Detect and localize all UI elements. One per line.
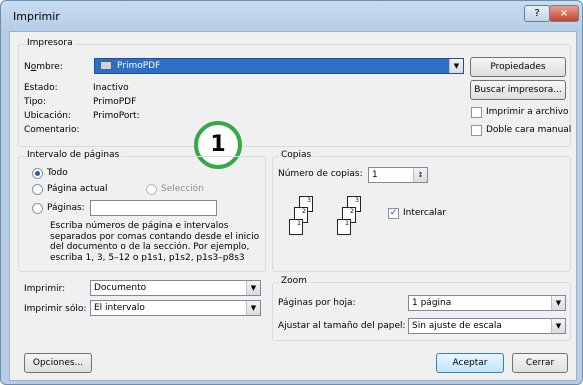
- copies-number-label: Número de copias:: [278, 169, 363, 179]
- properties-button[interactable]: Propiedades: [470, 57, 566, 77]
- printer-name-value: PrimoPDF: [117, 61, 161, 71]
- find-printer-button[interactable]: Buscar impresora...: [470, 80, 566, 100]
- chevron-down-icon[interactable]: ▼: [449, 59, 463, 73]
- duplex-label: Doble cara manual: [486, 125, 572, 135]
- ubicacion-label: Ubicación:: [24, 111, 71, 121]
- print-dialog: Imprimir ? × Impresora Nombre: PrimoPDF …: [0, 0, 583, 385]
- page-icon: 1: [289, 219, 303, 235]
- scale-to-paper-select[interactable]: Sin ajuste de escala ▼: [408, 318, 566, 334]
- chevron-down-icon[interactable]: ▼: [246, 301, 260, 315]
- print-to-file-label: Imprimir a archivo: [486, 107, 569, 117]
- pages-help-text: Escriba números de página e intervalos s…: [50, 221, 260, 263]
- scale-to-paper-value: Sin ajuste de escala: [412, 321, 502, 331]
- tipo-value: PrimoPDF: [93, 97, 137, 107]
- printer-name-select[interactable]: PrimoPDF ▼: [94, 58, 464, 74]
- estado-value: Inactivo: [93, 83, 129, 93]
- scale-to-paper-label: Ajustar al tamaño del papel:: [278, 321, 406, 331]
- pages-per-sheet-value: 1 página: [412, 298, 452, 308]
- zoom-group-label: Zoom: [279, 276, 309, 286]
- copies-input[interactable]: 1 ↕: [368, 167, 428, 183]
- printer-icon: [100, 61, 112, 70]
- copies-value: 1: [372, 170, 378, 180]
- radio-all-label: Todo: [47, 168, 68, 178]
- radio-pages[interactable]: [32, 203, 43, 214]
- collate-label: Intercalar: [403, 208, 447, 218]
- print-what-label: Imprimir:: [24, 284, 66, 294]
- help-button[interactable]: ?: [524, 5, 550, 22]
- close-button[interactable]: Cerrar: [512, 353, 568, 373]
- radio-current-page[interactable]: [32, 184, 43, 195]
- radio-pages-label: Páginas:: [47, 203, 85, 213]
- tipo-label: Tipo:: [24, 97, 46, 107]
- collate-checkbox[interactable]: ✓: [388, 208, 399, 219]
- ubicacion-value: PrimoPort:: [93, 111, 140, 121]
- page-icon: 1: [337, 219, 351, 235]
- window-title: Imprimir: [13, 10, 60, 23]
- estado-label: Estado:: [24, 83, 58, 93]
- print-only-label: Imprimir sólo:: [24, 304, 87, 314]
- pages-input[interactable]: [90, 200, 217, 216]
- page-range-label: Intervalo de páginas: [25, 150, 122, 160]
- pages-per-sheet-select[interactable]: 1 página ▼: [408, 295, 566, 311]
- options-button[interactable]: Opciones...: [24, 353, 92, 373]
- name-label: Nombre:: [24, 62, 63, 72]
- dialog-body: Impresora Nombre: PrimoPDF ▼ Estado: Ina…: [9, 31, 577, 381]
- chevron-down-icon[interactable]: ▼: [246, 281, 260, 295]
- chevron-down-icon[interactable]: ▼: [551, 296, 565, 310]
- radio-selection: [146, 184, 157, 195]
- duplex-checkbox[interactable]: [471, 125, 482, 136]
- pages-per-sheet-label: Páginas por hoja:: [278, 298, 356, 308]
- radio-selection-label: Selección: [161, 184, 204, 194]
- radio-current-page-label: Página actual: [47, 184, 108, 194]
- print-only-select[interactable]: El intervalo ▼: [90, 300, 261, 316]
- printer-group-label: Impresora: [25, 38, 75, 48]
- ok-button[interactable]: Aceptar: [436, 353, 504, 373]
- title-bar[interactable]: Imprimir ? ×: [1, 1, 582, 31]
- chevron-down-icon[interactable]: ▼: [551, 319, 565, 333]
- radio-all[interactable]: [32, 168, 43, 179]
- spinner-icon[interactable]: ↕: [413, 168, 427, 182]
- close-window-button[interactable]: ×: [549, 5, 579, 22]
- copies-group-label: Copias: [279, 150, 314, 160]
- print-what-value: Documento: [94, 283, 147, 293]
- comentario-label: Comentario:: [24, 125, 80, 135]
- print-to-file-checkbox[interactable]: [471, 107, 482, 118]
- print-only-value: El intervalo: [94, 303, 145, 313]
- print-what-select[interactable]: Documento ▼: [90, 280, 261, 296]
